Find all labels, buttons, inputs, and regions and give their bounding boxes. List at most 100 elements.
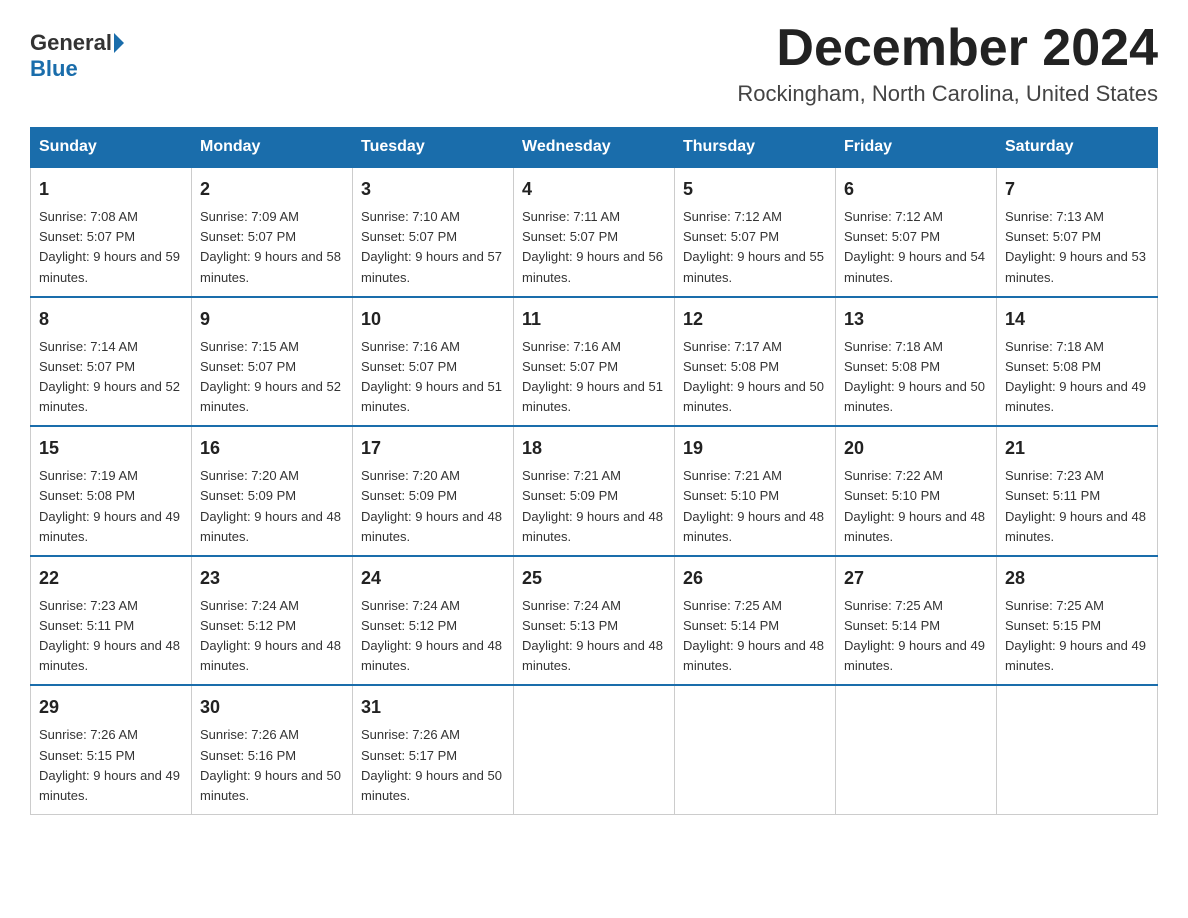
day-info: Sunrise: 7:12 AMSunset: 5:07 PMDaylight:… bbox=[844, 209, 985, 284]
calendar-day-cell: 9 Sunrise: 7:15 AMSunset: 5:07 PMDayligh… bbox=[192, 297, 353, 427]
day-info: Sunrise: 7:14 AMSunset: 5:07 PMDaylight:… bbox=[39, 339, 180, 414]
day-info: Sunrise: 7:21 AMSunset: 5:09 PMDaylight:… bbox=[522, 468, 663, 543]
day-number: 8 bbox=[39, 306, 183, 333]
day-number: 15 bbox=[39, 435, 183, 462]
calendar-day-cell: 31 Sunrise: 7:26 AMSunset: 5:17 PMDaylig… bbox=[353, 685, 514, 814]
day-number: 20 bbox=[844, 435, 988, 462]
location-title: Rockingham, North Carolina, United State… bbox=[737, 81, 1158, 107]
calendar-day-cell: 30 Sunrise: 7:26 AMSunset: 5:16 PMDaylig… bbox=[192, 685, 353, 814]
calendar-day-cell: 27 Sunrise: 7:25 AMSunset: 5:14 PMDaylig… bbox=[836, 556, 997, 686]
month-title: December 2024 bbox=[737, 20, 1158, 77]
calendar-day-cell: 14 Sunrise: 7:18 AMSunset: 5:08 PMDaylig… bbox=[997, 297, 1158, 427]
day-info: Sunrise: 7:23 AMSunset: 5:11 PMDaylight:… bbox=[1005, 468, 1146, 543]
day-number: 3 bbox=[361, 176, 505, 203]
day-info: Sunrise: 7:09 AMSunset: 5:07 PMDaylight:… bbox=[200, 209, 341, 284]
day-number: 19 bbox=[683, 435, 827, 462]
day-info: Sunrise: 7:15 AMSunset: 5:07 PMDaylight:… bbox=[200, 339, 341, 414]
calendar-empty-cell bbox=[997, 685, 1158, 814]
page-header: General Blue December 2024 Rockingham, N… bbox=[30, 20, 1158, 107]
calendar-empty-cell bbox=[675, 685, 836, 814]
calendar-week-row: 8 Sunrise: 7:14 AMSunset: 5:07 PMDayligh… bbox=[31, 297, 1158, 427]
calendar-day-cell: 13 Sunrise: 7:18 AMSunset: 5:08 PMDaylig… bbox=[836, 297, 997, 427]
calendar-day-cell: 5 Sunrise: 7:12 AMSunset: 5:07 PMDayligh… bbox=[675, 167, 836, 297]
calendar-header-row: SundayMondayTuesdayWednesdayThursdayFrid… bbox=[31, 128, 1158, 168]
calendar-day-cell: 8 Sunrise: 7:14 AMSunset: 5:07 PMDayligh… bbox=[31, 297, 192, 427]
day-info: Sunrise: 7:16 AMSunset: 5:07 PMDaylight:… bbox=[361, 339, 502, 414]
day-number: 24 bbox=[361, 565, 505, 592]
calendar-day-cell: 6 Sunrise: 7:12 AMSunset: 5:07 PMDayligh… bbox=[836, 167, 997, 297]
day-number: 31 bbox=[361, 694, 505, 721]
day-info: Sunrise: 7:24 AMSunset: 5:12 PMDaylight:… bbox=[200, 598, 341, 673]
calendar-day-cell: 3 Sunrise: 7:10 AMSunset: 5:07 PMDayligh… bbox=[353, 167, 514, 297]
calendar-day-cell: 4 Sunrise: 7:11 AMSunset: 5:07 PMDayligh… bbox=[514, 167, 675, 297]
day-number: 30 bbox=[200, 694, 344, 721]
day-number: 4 bbox=[522, 176, 666, 203]
day-info: Sunrise: 7:24 AMSunset: 5:13 PMDaylight:… bbox=[522, 598, 663, 673]
day-info: Sunrise: 7:18 AMSunset: 5:08 PMDaylight:… bbox=[844, 339, 985, 414]
calendar-header-tuesday: Tuesday bbox=[353, 128, 514, 168]
day-info: Sunrise: 7:24 AMSunset: 5:12 PMDaylight:… bbox=[361, 598, 502, 673]
day-info: Sunrise: 7:13 AMSunset: 5:07 PMDaylight:… bbox=[1005, 209, 1146, 284]
day-number: 29 bbox=[39, 694, 183, 721]
day-number: 9 bbox=[200, 306, 344, 333]
calendar-header-wednesday: Wednesday bbox=[514, 128, 675, 168]
day-number: 13 bbox=[844, 306, 988, 333]
calendar-week-row: 22 Sunrise: 7:23 AMSunset: 5:11 PMDaylig… bbox=[31, 556, 1158, 686]
calendar-empty-cell bbox=[514, 685, 675, 814]
calendar-week-row: 29 Sunrise: 7:26 AMSunset: 5:15 PMDaylig… bbox=[31, 685, 1158, 814]
logo: General Blue bbox=[30, 20, 126, 82]
logo-general-text: General bbox=[30, 30, 112, 56]
logo-arrow-icon bbox=[114, 33, 124, 53]
day-info: Sunrise: 7:26 AMSunset: 5:15 PMDaylight:… bbox=[39, 727, 180, 802]
day-number: 16 bbox=[200, 435, 344, 462]
day-info: Sunrise: 7:12 AMSunset: 5:07 PMDaylight:… bbox=[683, 209, 824, 284]
day-info: Sunrise: 7:25 AMSunset: 5:15 PMDaylight:… bbox=[1005, 598, 1146, 673]
day-info: Sunrise: 7:16 AMSunset: 5:07 PMDaylight:… bbox=[522, 339, 663, 414]
calendar-header-sunday: Sunday bbox=[31, 128, 192, 168]
calendar-day-cell: 18 Sunrise: 7:21 AMSunset: 5:09 PMDaylig… bbox=[514, 426, 675, 556]
calendar-header-monday: Monday bbox=[192, 128, 353, 168]
day-number: 12 bbox=[683, 306, 827, 333]
day-info: Sunrise: 7:10 AMSunset: 5:07 PMDaylight:… bbox=[361, 209, 502, 284]
day-info: Sunrise: 7:23 AMSunset: 5:11 PMDaylight:… bbox=[39, 598, 180, 673]
calendar-day-cell: 17 Sunrise: 7:20 AMSunset: 5:09 PMDaylig… bbox=[353, 426, 514, 556]
day-info: Sunrise: 7:25 AMSunset: 5:14 PMDaylight:… bbox=[844, 598, 985, 673]
day-number: 7 bbox=[1005, 176, 1149, 203]
calendar-day-cell: 28 Sunrise: 7:25 AMSunset: 5:15 PMDaylig… bbox=[997, 556, 1158, 686]
calendar-week-row: 1 Sunrise: 7:08 AMSunset: 5:07 PMDayligh… bbox=[31, 167, 1158, 297]
day-info: Sunrise: 7:20 AMSunset: 5:09 PMDaylight:… bbox=[200, 468, 341, 543]
calendar-header-friday: Friday bbox=[836, 128, 997, 168]
calendar-day-cell: 12 Sunrise: 7:17 AMSunset: 5:08 PMDaylig… bbox=[675, 297, 836, 427]
title-area: December 2024 Rockingham, North Carolina… bbox=[737, 20, 1158, 107]
day-number: 23 bbox=[200, 565, 344, 592]
calendar-day-cell: 1 Sunrise: 7:08 AMSunset: 5:07 PMDayligh… bbox=[31, 167, 192, 297]
day-info: Sunrise: 7:25 AMSunset: 5:14 PMDaylight:… bbox=[683, 598, 824, 673]
calendar-day-cell: 20 Sunrise: 7:22 AMSunset: 5:10 PMDaylig… bbox=[836, 426, 997, 556]
day-info: Sunrise: 7:21 AMSunset: 5:10 PMDaylight:… bbox=[683, 468, 824, 543]
calendar-day-cell: 15 Sunrise: 7:19 AMSunset: 5:08 PMDaylig… bbox=[31, 426, 192, 556]
calendar-day-cell: 25 Sunrise: 7:24 AMSunset: 5:13 PMDaylig… bbox=[514, 556, 675, 686]
day-number: 22 bbox=[39, 565, 183, 592]
day-number: 5 bbox=[683, 176, 827, 203]
calendar-table: SundayMondayTuesdayWednesdayThursdayFrid… bbox=[30, 127, 1158, 815]
calendar-day-cell: 7 Sunrise: 7:13 AMSunset: 5:07 PMDayligh… bbox=[997, 167, 1158, 297]
day-number: 6 bbox=[844, 176, 988, 203]
calendar-day-cell: 24 Sunrise: 7:24 AMSunset: 5:12 PMDaylig… bbox=[353, 556, 514, 686]
day-number: 18 bbox=[522, 435, 666, 462]
calendar-day-cell: 21 Sunrise: 7:23 AMSunset: 5:11 PMDaylig… bbox=[997, 426, 1158, 556]
calendar-header-saturday: Saturday bbox=[997, 128, 1158, 168]
calendar-day-cell: 16 Sunrise: 7:20 AMSunset: 5:09 PMDaylig… bbox=[192, 426, 353, 556]
calendar-day-cell: 19 Sunrise: 7:21 AMSunset: 5:10 PMDaylig… bbox=[675, 426, 836, 556]
day-info: Sunrise: 7:26 AMSunset: 5:17 PMDaylight:… bbox=[361, 727, 502, 802]
day-info: Sunrise: 7:18 AMSunset: 5:08 PMDaylight:… bbox=[1005, 339, 1146, 414]
day-info: Sunrise: 7:11 AMSunset: 5:07 PMDaylight:… bbox=[522, 209, 663, 284]
day-number: 28 bbox=[1005, 565, 1149, 592]
calendar-day-cell: 2 Sunrise: 7:09 AMSunset: 5:07 PMDayligh… bbox=[192, 167, 353, 297]
calendar-day-cell: 23 Sunrise: 7:24 AMSunset: 5:12 PMDaylig… bbox=[192, 556, 353, 686]
day-number: 25 bbox=[522, 565, 666, 592]
day-number: 17 bbox=[361, 435, 505, 462]
day-number: 2 bbox=[200, 176, 344, 203]
day-info: Sunrise: 7:20 AMSunset: 5:09 PMDaylight:… bbox=[361, 468, 502, 543]
calendar-day-cell: 22 Sunrise: 7:23 AMSunset: 5:11 PMDaylig… bbox=[31, 556, 192, 686]
day-info: Sunrise: 7:08 AMSunset: 5:07 PMDaylight:… bbox=[39, 209, 180, 284]
